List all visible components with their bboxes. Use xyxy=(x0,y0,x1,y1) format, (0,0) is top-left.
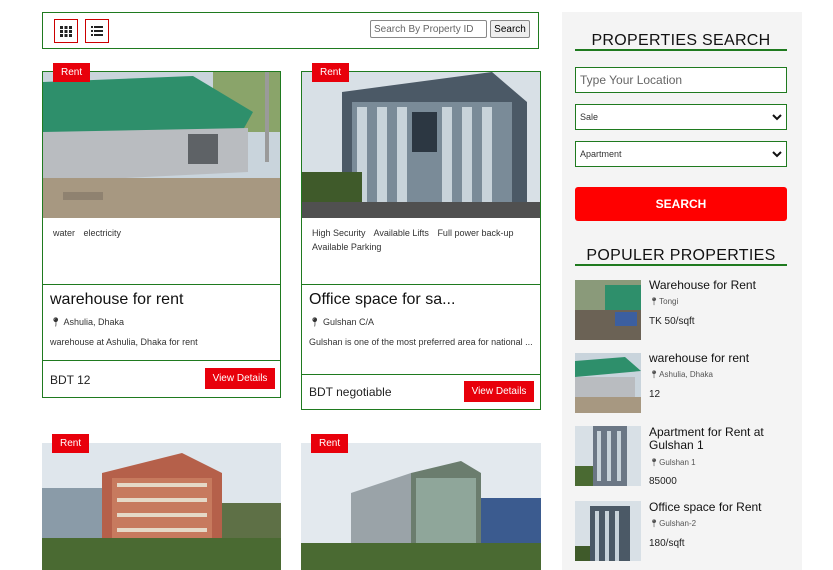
popular-title[interactable]: Warehouse for Rent xyxy=(649,279,789,292)
feature-tag: Available Lifts xyxy=(373,228,429,238)
listing-card: Rent xyxy=(301,434,541,570)
listing-image[interactable] xyxy=(42,443,281,570)
popular-title[interactable]: Office space for Rent xyxy=(649,501,789,514)
heading-underline xyxy=(575,264,787,266)
properties-search-heading: PROPERTIES SEARCH xyxy=(591,32,771,49)
popular-thumbnail[interactable] xyxy=(575,353,641,413)
map-pin-icon: 📍︎ xyxy=(50,317,62,327)
property-type-select[interactable]: Apartment xyxy=(575,141,787,167)
list-icon xyxy=(91,26,103,36)
location-placeholder: Type Your Location xyxy=(580,73,683,87)
list-view-button[interactable] xyxy=(85,19,109,43)
heading-underline xyxy=(575,49,787,51)
popular-properties-heading: POPULER PROPERTIES xyxy=(586,247,776,264)
grid-view-button[interactable] xyxy=(54,19,78,43)
location-input[interactable]: Type Your Location xyxy=(575,67,787,93)
card-divider xyxy=(43,284,280,285)
property-type-value: Apartment xyxy=(580,149,622,159)
listing-title[interactable]: warehouse for rent xyxy=(50,291,183,309)
popular-price: 180/sqft xyxy=(649,538,685,549)
listing-card: Rent water electricity warehouse for ren… xyxy=(42,63,281,398)
feature-tag: electricity xyxy=(83,228,122,238)
listing-location: 📍︎ Gulshan C/A xyxy=(309,317,374,328)
map-pin-icon: 📍︎ xyxy=(649,370,660,379)
feature-tag: Available Parking xyxy=(312,242,382,252)
listing-badge: Rent xyxy=(312,63,350,82)
listing-description: warehouse at Ashulia, Dhaka for rent xyxy=(50,337,198,347)
popular-title[interactable]: Apartment for Rent at Gulshan 1 xyxy=(649,426,789,452)
property-id-search-button[interactable]: Search xyxy=(490,20,530,38)
location-text: Gulshan-2 xyxy=(659,519,697,528)
card-divider xyxy=(302,284,540,285)
map-pin-icon: 📍︎ xyxy=(309,317,321,327)
location-text: Ashulia, Dhaka xyxy=(63,317,124,327)
listing-image[interactable] xyxy=(302,72,540,218)
feature-tag: Full power back-up xyxy=(437,228,514,238)
properties-search-button[interactable]: SEARCH xyxy=(575,187,787,221)
listing-card: Rent xyxy=(42,434,281,570)
location-text: Ashulia, Dhaka xyxy=(659,370,713,379)
chevron-down-icon xyxy=(772,113,782,120)
popular-location: 📍︎Ashulia, Dhaka xyxy=(649,370,713,379)
chevron-down-icon xyxy=(772,150,782,157)
popular-location: 📍︎Gulshan-2 xyxy=(649,519,696,528)
location-text: Gulshan C/A xyxy=(322,317,374,327)
map-pin-icon: 📍︎ xyxy=(649,519,660,528)
listing-description: Gulshan is one of the most preferred are… xyxy=(309,337,533,347)
listing-title[interactable]: Office space for sa... xyxy=(309,291,455,309)
view-details-button[interactable]: View Details xyxy=(464,381,534,402)
feature-list: High Security Available Lifts Full power… xyxy=(312,226,537,254)
map-pin-icon: 📍︎ xyxy=(649,297,660,306)
popular-thumbnail[interactable] xyxy=(575,501,641,561)
listing-price: BDT negotiable xyxy=(309,385,392,399)
popular-location: 📍︎Gulshan 1 xyxy=(649,458,696,467)
purpose-value: Sale xyxy=(580,112,599,122)
listing-image[interactable] xyxy=(43,72,280,218)
listing-card: Rent High Security Available Lifts Full … xyxy=(301,63,541,410)
purpose-select[interactable]: Sale xyxy=(575,104,787,130)
listing-toolbar: Search xyxy=(42,12,539,49)
map-pin-icon: 📍︎ xyxy=(649,458,660,467)
grid-icon xyxy=(60,25,72,37)
popular-title[interactable]: warehouse for rent xyxy=(649,352,789,365)
listing-price: BDT 12 xyxy=(50,373,91,387)
popular-thumbnail[interactable] xyxy=(575,280,641,340)
card-divider xyxy=(43,360,280,361)
card-divider xyxy=(302,374,540,375)
view-details-button[interactable]: View Details xyxy=(205,368,275,389)
listing-location: 📍︎ Ashulia, Dhaka xyxy=(50,317,124,328)
popular-location: 📍︎Tongi xyxy=(649,297,678,306)
property-id-search-input[interactable] xyxy=(370,20,487,38)
listing-image[interactable] xyxy=(301,443,541,570)
listing-badge: Rent xyxy=(53,63,91,82)
listing-badge: Rent xyxy=(52,434,90,453)
feature-list: water electricity xyxy=(53,226,273,240)
popular-price: 85000 xyxy=(649,476,677,487)
feature-tag: High Security xyxy=(312,228,366,238)
feature-tag: water xyxy=(53,228,76,238)
popular-price: 12 xyxy=(649,389,661,400)
listing-badge: Rent xyxy=(311,434,349,453)
location-text: Gulshan 1 xyxy=(659,458,696,467)
popular-price: TK 50/sqft xyxy=(649,316,695,327)
sidebar: PROPERTIES SEARCH Type Your Location Sal… xyxy=(562,12,802,570)
popular-thumbnail[interactable] xyxy=(575,426,641,486)
location-text: Tongi xyxy=(659,297,679,306)
